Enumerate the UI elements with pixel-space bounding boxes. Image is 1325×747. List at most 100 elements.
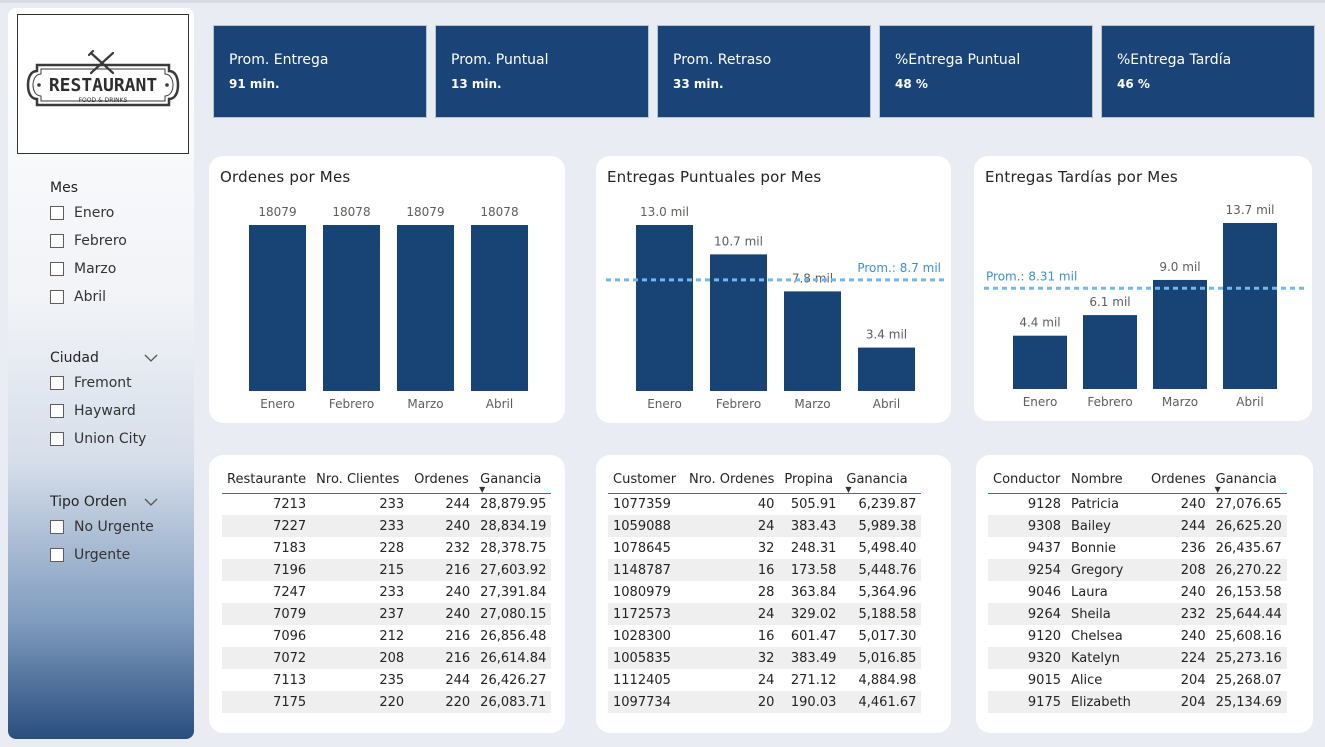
table-row[interactable]: 9046 Laura 240 26,153.58 <box>988 581 1287 603</box>
table-row[interactable]: 1077359 40 505.91 6,239.87 <box>608 493 921 515</box>
table-row[interactable]: 1059088 24 383.43 5,989.38 <box>608 515 922 537</box>
bar-enero[interactable] <box>1013 335 1067 389</box>
table-row[interactable]: 7196 215 216 27,603.92 <box>222 559 552 581</box>
table-row[interactable]: 9128 Patricia 240 27,076.65 <box>988 493 1287 515</box>
bar-febrero[interactable] <box>1083 315 1137 389</box>
table-conductores[interactable]: Conductor Nombre Ordenes Ganancia ▼ 9128 Patri… <box>988 465 1287 713</box>
table-row[interactable]: 7072 208 216 26,614.84 <box>222 647 552 669</box>
table-row[interactable]: 1005835 32 383.49 5,016.85 <box>608 647 922 669</box>
chevron-down-icon[interactable] <box>144 351 158 365</box>
table-row[interactable]: 9320 Katelyn 224 25,273.16 <box>988 647 1287 669</box>
slicer-option-abril[interactable]: Abril <box>50 283 158 311</box>
chart-panel-tardias[interactable]: Entregas Tardías por Mes 4.4 mil Enero 6.1… <box>974 156 1312 421</box>
table-cell: 26,153.58 <box>1215 584 1282 600</box>
checkbox[interactable] <box>50 290 64 304</box>
table-cell: 1172573 <box>608 603 684 625</box>
column-header[interactable]: Conductor <box>988 465 1066 494</box>
table-cell: 244 <box>1146 515 1211 537</box>
column-header-label: Customer <box>613 471 677 487</box>
slicer-option-enero[interactable]: Enero <box>50 199 158 227</box>
table-row[interactable]: 7183 228 232 28,378.75 <box>222 537 551 559</box>
column-header[interactable]: Ordenes <box>409 465 476 494</box>
checkbox[interactable] <box>50 520 64 534</box>
table-row[interactable]: 1097734 20 190.03 4,461.67 <box>608 691 922 713</box>
column-header[interactable]: Nombre <box>1066 465 1146 494</box>
table-row[interactable]: 9175 Elizabeth 204 25,134.69 <box>988 691 1287 713</box>
table-cell: 173.58 <box>779 559 842 581</box>
bar-abril[interactable] <box>471 225 528 391</box>
checkbox[interactable] <box>50 206 64 220</box>
slicer-option-urgente[interactable]: Urgente <box>50 541 158 569</box>
table-row[interactable]: 1112405 24 271.12 4,884.98 <box>608 669 921 691</box>
table-cell: 233 <box>379 496 405 512</box>
table-row[interactable]: 1080979 28 363.84 5,364.96 <box>608 581 921 603</box>
checkbox[interactable] <box>50 234 64 248</box>
slicer-option-hayward[interactable]: Hayward <box>50 397 158 425</box>
table-row[interactable]: 7113 235 244 26,426.27 <box>222 669 551 691</box>
column-header[interactable]: Ordenes <box>1146 465 1211 494</box>
chart-panel-ordenes[interactable]: Ordenes por Mes 18079 Enero 18078 Febrero 18… <box>209 156 565 423</box>
slicer-option-febrero[interactable]: Febrero <box>50 227 158 255</box>
table-row[interactable]: 9015 Alice 204 25,268.07 <box>988 669 1287 691</box>
table-customers[interactable]: Customer Nro. Ordenes Propina Ganancia ▼ 1077… <box>608 465 922 713</box>
column-header[interactable]: Ganancia ▼ <box>475 465 552 494</box>
slicer-option-union-city[interactable]: Union City <box>50 425 158 453</box>
slicer-mes-title: Mes <box>50 180 78 196</box>
column-header[interactable]: Nro. Clientes <box>311 465 410 494</box>
bar-chart-puntuales[interactable]: 13.0 mil Enero 10.7 mil Febrero 7.8 mil Marzo… <box>596 156 951 423</box>
table-row[interactable]: 9264 Sheila 232 25,644.44 <box>988 603 1287 625</box>
column-header[interactable]: Ganancia ▼ <box>841 465 922 494</box>
bar-chart-tardias[interactable]: 4.4 mil Enero 6.1 mil Febrero 9.0 mil Marzo 13… <box>974 156 1312 421</box>
kpi-value: 91 min. <box>229 77 280 91</box>
table-cell: 5,989.38 <box>841 515 922 537</box>
table-row[interactable]: 9437 Bonnie 236 26,435.67 <box>988 537 1287 559</box>
bar-febrero[interactable] <box>710 254 767 391</box>
bar-abril[interactable] <box>858 347 915 391</box>
table-row[interactable]: 7247 233 240 27,391.84 <box>222 581 551 603</box>
table-cell: 20 <box>684 691 780 713</box>
table-row[interactable]: 1078645 32 248.31 5,498.40 <box>608 537 921 559</box>
bar-enero[interactable] <box>249 225 306 391</box>
table-row[interactable]: 1172573 24 329.02 5,188.58 <box>608 603 922 625</box>
bar-marzo[interactable] <box>397 225 454 391</box>
column-header-label: Ordenes <box>1151 471 1206 487</box>
slicer-option-fremont[interactable]: Fremont <box>50 369 158 397</box>
table-row[interactable]: 9254 Gregory 208 26,270.22 <box>988 559 1287 581</box>
table-row[interactable]: 9308 Bailey 244 26,625.20 <box>988 515 1287 537</box>
table-cell: Alice <box>1071 672 1103 688</box>
slicer-option-label: Enero <box>74 205 115 221</box>
table-restaurantes[interactable]: Restaurante Nro. Clientes Ordenes Ganancia ▼… <box>222 465 552 713</box>
checkbox[interactable] <box>50 404 64 418</box>
table-cell: 9308 <box>988 515 1066 537</box>
table-row[interactable]: 7096 212 216 26,856.48 <box>222 625 551 647</box>
slicer-option-marzo[interactable]: Marzo <box>50 255 158 283</box>
column-header[interactable]: Restaurante <box>222 465 312 494</box>
bar-marzo[interactable] <box>1153 279 1207 389</box>
column-header[interactable]: Customer <box>608 465 684 494</box>
table-row[interactable]: 7213 233 244 28,879.95 <box>222 493 551 515</box>
table-row[interactable]: 9120 Chelsea 240 25,608.16 <box>988 625 1287 647</box>
checkbox[interactable] <box>50 376 64 390</box>
bar-marzo[interactable] <box>784 291 841 391</box>
checkbox[interactable] <box>50 262 64 276</box>
column-header[interactable]: Ganancia ▼ <box>1210 465 1287 494</box>
column-header[interactable]: Propina <box>779 465 842 494</box>
chevron-down-icon[interactable] <box>144 495 158 509</box>
bar-febrero[interactable] <box>323 225 380 391</box>
table-panel-conductores: Conductor Nombre Ordenes Ganancia ▼ 9128 Patri… <box>976 455 1313 733</box>
slicer-option-no-urgente[interactable]: No Urgente <box>50 513 158 541</box>
checkbox[interactable] <box>50 548 64 562</box>
table-row[interactable]: 1148787 16 173.58 5,448.76 <box>608 559 922 581</box>
column-header[interactable]: Nro. Ordenes <box>684 465 780 494</box>
checkbox[interactable] <box>50 432 64 446</box>
table-row[interactable]: 7175 220 220 26,083.71 <box>222 691 552 713</box>
chart-panel-puntuales[interactable]: Entregas Puntuales por Mes 13.0 mil Enero… <box>596 156 951 423</box>
column-header-label: Restaurante <box>227 471 307 487</box>
table-row[interactable]: 1028300 16 601.47 5,017.30 <box>608 625 921 647</box>
table-row[interactable]: 7227 233 240 28,834.19 <box>222 515 552 537</box>
table-cell: Sheila <box>1066 603 1146 625</box>
table-row[interactable]: 7079 237 240 27,080.15 <box>222 603 552 625</box>
bar-abril[interactable] <box>1223 223 1277 389</box>
bar-chart-ordenes[interactable]: 18079 Enero 18078 Febrero 18079 Marzo 18078 Abr… <box>209 156 565 423</box>
bar-enero[interactable] <box>636 225 693 391</box>
